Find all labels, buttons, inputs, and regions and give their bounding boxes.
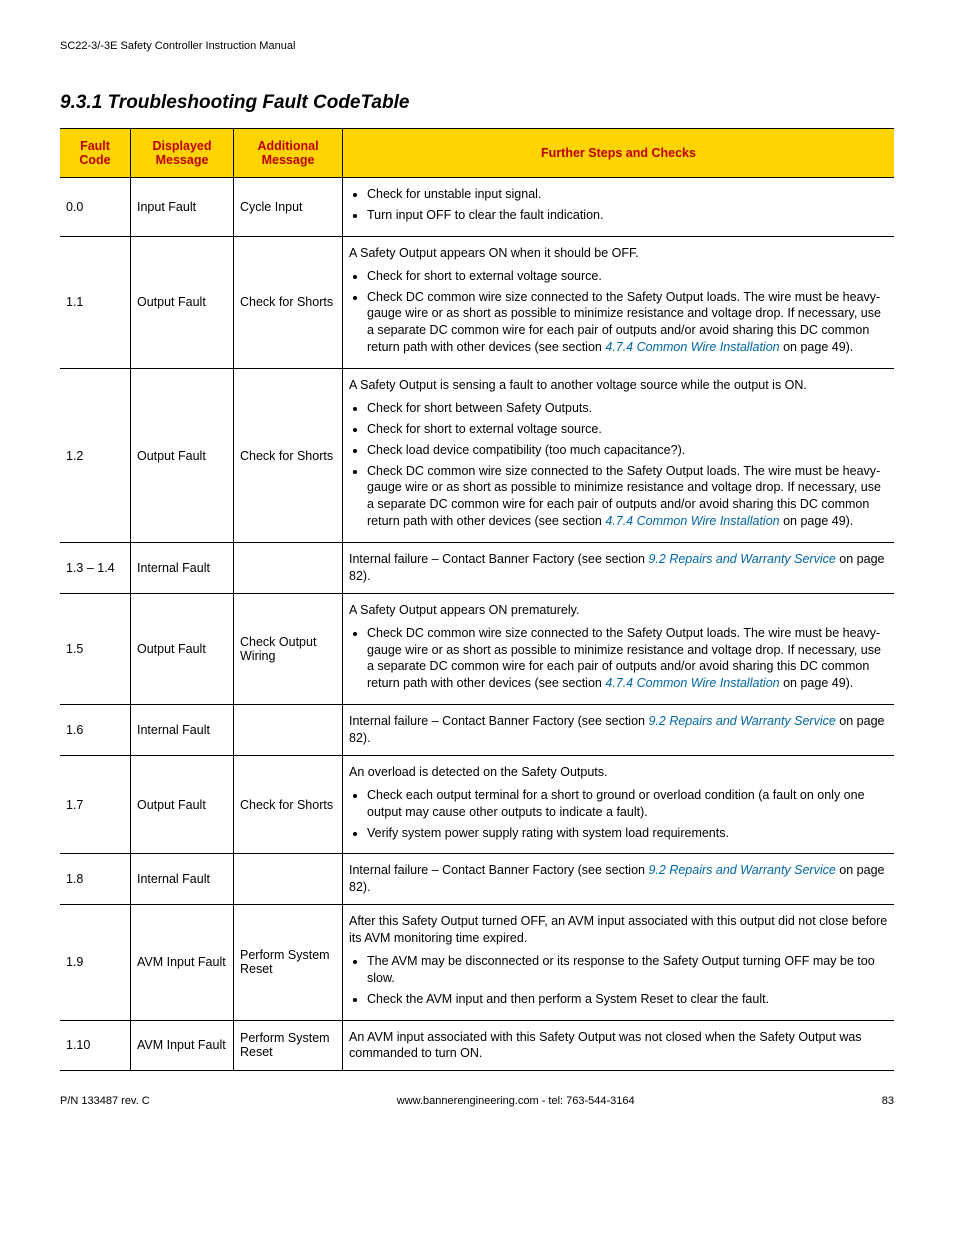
cell-additional: Check for Shorts: [234, 755, 343, 854]
further-plain: An AVM input associated with this Safety…: [349, 1029, 888, 1063]
footer-url: www.bannerengineering.com - tel: 763-544…: [397, 1095, 635, 1107]
list-item: Check for unstable input signal.: [367, 186, 888, 203]
list-item: Verify system power supply rating with s…: [367, 825, 888, 842]
cell-further: Internal failure – Contact Banner Factor…: [343, 854, 895, 905]
cell-fault-code: 1.3 – 1.4: [60, 543, 131, 594]
list-item: Check for short to external voltage sour…: [367, 268, 888, 285]
cell-further: A Safety Output appears ON prematurely. C…: [343, 593, 895, 704]
further-intro: A Safety Output appears ON prematurely.: [349, 602, 888, 619]
list-item: Check each output terminal for a short t…: [367, 787, 888, 821]
cell-further: A Safety Output appears ON when it shoul…: [343, 236, 895, 368]
cell-fault-code: 1.5: [60, 593, 131, 704]
further-list: Check for unstable input signal. Turn inp…: [367, 186, 888, 224]
table-row: 1.7Output FaultCheck for Shorts An overlo…: [60, 755, 894, 854]
cell-additional: [234, 854, 343, 905]
table-row: 0.0Input FaultCycle Input Check for unsta…: [60, 178, 894, 237]
cell-additional: Check Output Wiring: [234, 593, 343, 704]
cell-additional: [234, 543, 343, 594]
further-intro: After this Safety Output turned OFF, an …: [349, 913, 888, 947]
table-row: 1.3 – 1.4Internal Fault Internal failure …: [60, 543, 894, 594]
cell-fault-code: 1.1: [60, 236, 131, 368]
cell-fault-code: 1.7: [60, 755, 131, 854]
cross-reference-link[interactable]: 4.7.4 Common Wire Installation: [605, 514, 779, 528]
cell-displayed: Output Fault: [131, 236, 234, 368]
further-intro: An overload is detected on the Safety Ou…: [349, 764, 888, 781]
list-item: The AVM may be disconnected or its respo…: [367, 953, 888, 987]
th-displayed: Displayed Message: [131, 129, 234, 178]
further-intro: A Safety Output is sensing a fault to an…: [349, 377, 888, 394]
cell-further: Check for unstable input signal. Turn inp…: [343, 178, 895, 237]
further-list: Check for short between Safety Outputs. C…: [367, 400, 888, 530]
cell-displayed: Internal Fault: [131, 854, 234, 905]
cell-further: After this Safety Output turned OFF, an …: [343, 905, 895, 1020]
cell-displayed: Input Fault: [131, 178, 234, 237]
list-item: Check for short between Safety Outputs.: [367, 400, 888, 417]
table-row: 1.6Internal Fault Internal failure – Cont…: [60, 705, 894, 756]
table-row: 1.9AVM Input FaultPerform System ResetAf…: [60, 905, 894, 1020]
cell-further: An AVM input associated with this Safety…: [343, 1020, 895, 1071]
cell-displayed: AVM Input Fault: [131, 1020, 234, 1071]
cross-reference-link[interactable]: 9.2 Repairs and Warranty Service: [648, 863, 835, 877]
cell-fault-code: 1.10: [60, 1020, 131, 1071]
cell-fault-code: 1.2: [60, 369, 131, 543]
cell-fault-code: 0.0: [60, 178, 131, 237]
further-list: Check DC common wire size connected to t…: [367, 625, 888, 693]
list-item: Check DC common wire size connected to t…: [367, 463, 888, 531]
cell-displayed: Internal Fault: [131, 543, 234, 594]
list-item: Check DC common wire size connected to t…: [367, 289, 888, 357]
cell-fault-code: 1.8: [60, 854, 131, 905]
list-item: Check the AVM input and then perform a S…: [367, 991, 888, 1008]
footer-page: 83: [882, 1095, 894, 1107]
th-additional: Additional Message: [234, 129, 343, 178]
th-fault-code: Fault Code: [60, 129, 131, 178]
cell-additional: Cycle Input: [234, 178, 343, 237]
cross-reference-link[interactable]: 4.7.4 Common Wire Installation: [605, 676, 779, 690]
further-plain: Internal failure – Contact Banner Factor…: [349, 713, 888, 747]
further-list: The AVM may be disconnected or its respo…: [367, 953, 888, 1008]
table-row: 1.10AVM Input FaultPerform System ResetA…: [60, 1020, 894, 1071]
cross-reference-link[interactable]: 9.2 Repairs and Warranty Service: [648, 714, 835, 728]
cell-additional: [234, 705, 343, 756]
further-list: Check each output terminal for a short t…: [367, 787, 888, 842]
table-row: 1.5Output FaultCheck Output WiringA Safe…: [60, 593, 894, 704]
further-plain: Internal failure – Contact Banner Factor…: [349, 862, 888, 896]
section-title: 9.3.1 Troubleshooting Fault CodeTable: [60, 92, 894, 114]
cell-further: An overload is detected on the Safety Ou…: [343, 755, 895, 854]
cross-reference-link[interactable]: 9.2 Repairs and Warranty Service: [648, 552, 835, 566]
cell-displayed: Output Fault: [131, 755, 234, 854]
further-plain: Internal failure – Contact Banner Factor…: [349, 551, 888, 585]
cell-displayed: Internal Fault: [131, 705, 234, 756]
cell-displayed: AVM Input Fault: [131, 905, 234, 1020]
list-item: Check DC common wire size connected to t…: [367, 625, 888, 693]
cell-further: A Safety Output is sensing a fault to an…: [343, 369, 895, 543]
cell-additional: Perform System Reset: [234, 1020, 343, 1071]
fault-code-table: Fault Code Displayed Message Additional …: [60, 128, 894, 1071]
th-further: Further Steps and Checks: [343, 129, 895, 178]
cross-reference-link[interactable]: 4.7.4 Common Wire Installation: [605, 340, 779, 354]
cell-fault-code: 1.6: [60, 705, 131, 756]
page-footer: P/N 133487 rev. C www.bannerengineering.…: [60, 1095, 894, 1107]
further-intro: A Safety Output appears ON when it shoul…: [349, 245, 888, 262]
list-item: Check for short to external voltage sour…: [367, 421, 888, 438]
list-item: Check load device compatibility (too muc…: [367, 442, 888, 459]
cell-further: Internal failure – Contact Banner Factor…: [343, 543, 895, 594]
cell-additional: Check for Shorts: [234, 369, 343, 543]
footer-pn: P/N 133487 rev. C: [60, 1095, 150, 1107]
table-row: 1.2Output FaultCheck for Shorts A Safety …: [60, 369, 894, 543]
table-row: 1.1Output FaultCheck for Shorts A Safety …: [60, 236, 894, 368]
manual-header: SC22-3/-3E Safety Controller Instruction…: [60, 40, 894, 52]
cell-fault-code: 1.9: [60, 905, 131, 1020]
cell-additional: Check for Shorts: [234, 236, 343, 368]
further-list: Check for short to external voltage sour…: [367, 268, 888, 356]
list-item: Turn input OFF to clear the fault indica…: [367, 207, 888, 224]
cell-displayed: Output Fault: [131, 593, 234, 704]
cell-displayed: Output Fault: [131, 369, 234, 543]
cell-additional: Perform System Reset: [234, 905, 343, 1020]
table-row: 1.8Internal Fault Internal failure – Cont…: [60, 854, 894, 905]
cell-further: Internal failure – Contact Banner Factor…: [343, 705, 895, 756]
